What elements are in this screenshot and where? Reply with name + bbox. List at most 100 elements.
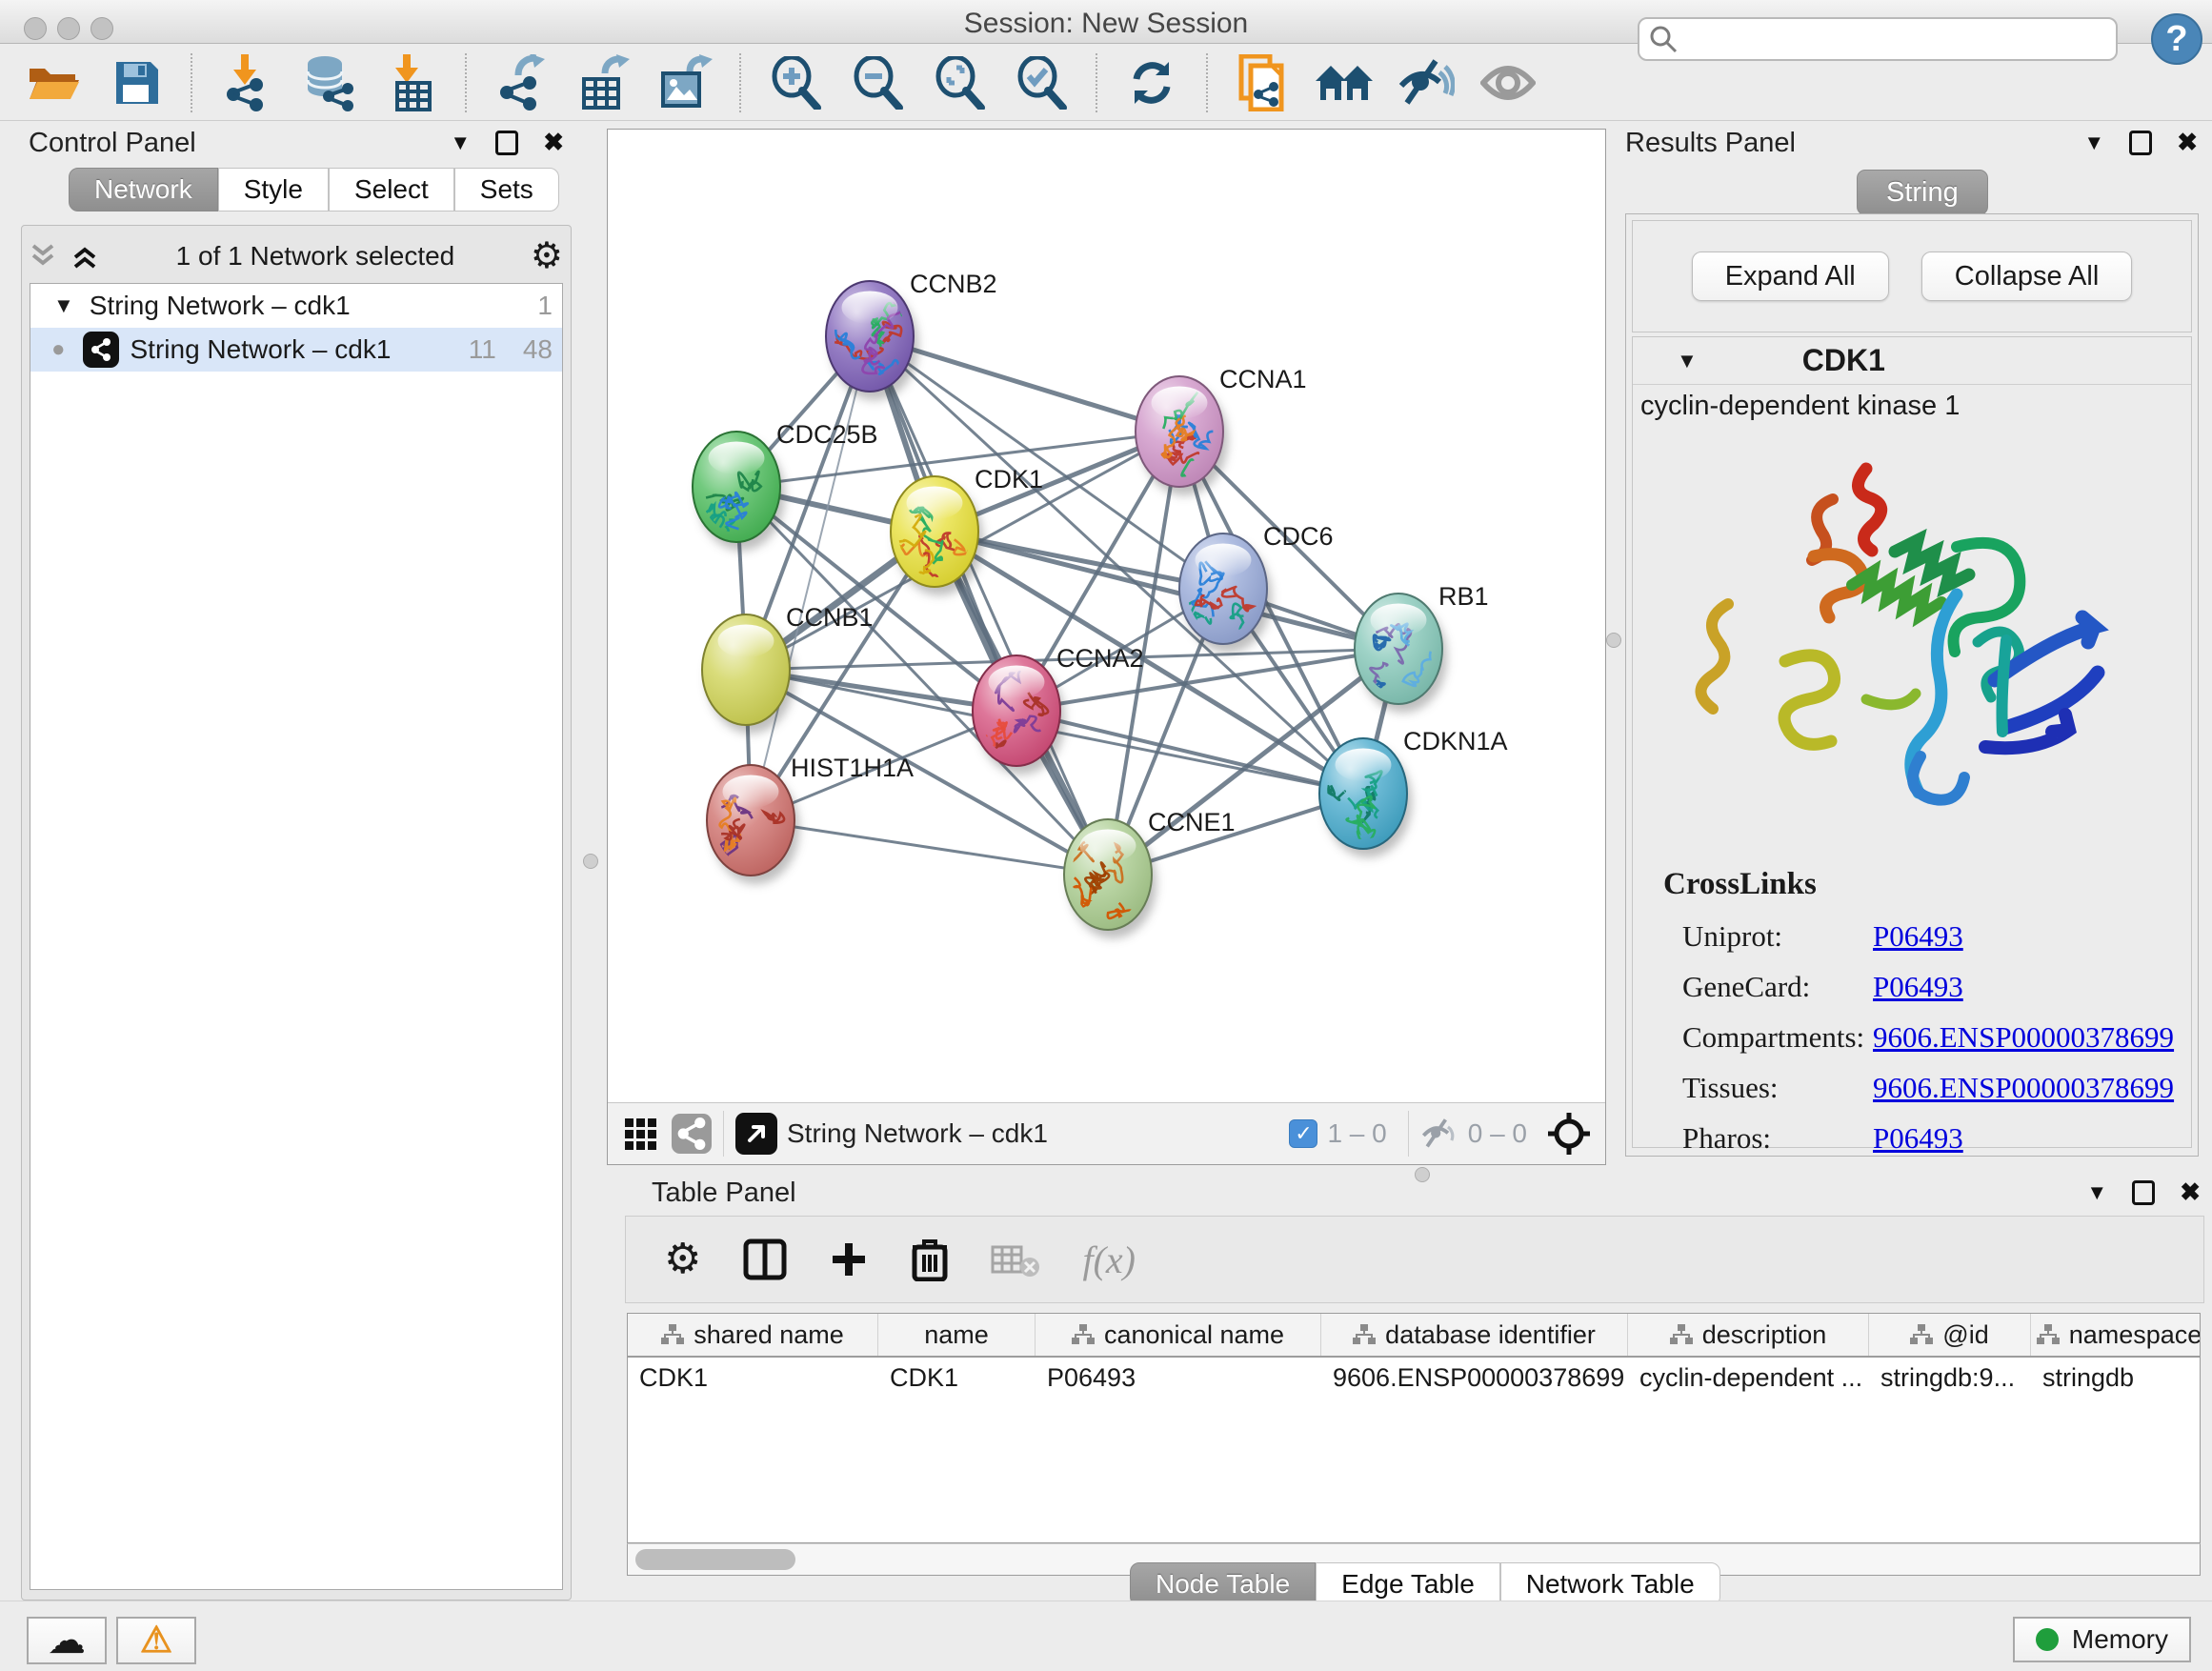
export-network-icon [493, 54, 549, 111]
right-splitter-handle[interactable] [1606, 633, 1621, 648]
network-node-ccne1[interactable]: CCNE1 [1064, 808, 1236, 938]
results-panel-close-icon[interactable]: ✖ [2177, 128, 2198, 157]
import-table-button[interactable] [370, 52, 452, 113]
collapse-all-label: Collapse All [1955, 261, 2100, 292]
column-header-namespace[interactable]: namespace [2031, 1314, 2201, 1356]
toolbar-search[interactable] [1638, 17, 2118, 61]
selected-checkbox-icon[interactable]: ✓ [1289, 1119, 1317, 1148]
results-panel-menu-icon[interactable]: ▼ [2083, 131, 2104, 155]
table-cell[interactable]: CDK1 [878, 1358, 1036, 1401]
cdk1-section-header[interactable]: ▼ CDK1 [1633, 337, 2191, 385]
export-image-button[interactable] [644, 52, 726, 113]
home-neighbors-button[interactable] [1303, 52, 1385, 113]
network-node-ccna2[interactable]: CCNA2 [973, 644, 1144, 775]
network-node-cdk1[interactable]: CDK1 [891, 465, 1043, 595]
network-tree-child-row[interactable]: ● String Network – cdk1 11 48 [30, 328, 562, 372]
share-view-icon[interactable] [672, 1114, 712, 1154]
network-node-cdkn1a[interactable]: CDKN1A [1319, 727, 1508, 857]
show-columns-icon[interactable] [743, 1238, 787, 1280]
network-node-hist1h1a[interactable]: HIST1H1A [707, 754, 914, 884]
network-tree-root-row[interactable]: ▼ String Network – cdk1 1 [30, 284, 562, 328]
left-splitter-handle[interactable] [583, 854, 598, 869]
control-panel-menu-icon[interactable]: ▼ [450, 131, 471, 155]
tab-sets[interactable]: Sets [454, 168, 559, 211]
tab-network[interactable]: Network [69, 168, 218, 211]
collapse-all-icon[interactable] [30, 244, 58, 269]
crosslink-link[interactable]: P06493 [1873, 1121, 1963, 1156]
birdseye-crosshair-icon[interactable] [1546, 1111, 1592, 1157]
preview-button[interactable] [1467, 52, 1549, 113]
zoom-in-button[interactable] [754, 52, 836, 113]
column-header-description[interactable]: description [1628, 1314, 1869, 1356]
bottom-splitter-handle[interactable] [1415, 1167, 1430, 1182]
import-network-database-button[interactable] [288, 52, 370, 113]
table-panel-float-icon[interactable] [2132, 1180, 2155, 1205]
column-header-id[interactable]: @id [1869, 1314, 2031, 1356]
column-header-sharedname[interactable]: shared name [628, 1314, 878, 1356]
section-expander-icon[interactable]: ▼ [1677, 349, 1698, 373]
grid-view-icon[interactable] [625, 1118, 656, 1150]
table-cell[interactable]: CDK1 [628, 1358, 878, 1401]
node-label-ccna1: CCNA1 [1219, 365, 1307, 393]
table-cell[interactable]: P06493 [1036, 1358, 1321, 1401]
column-label: @id [1942, 1320, 1988, 1350]
crosslink-link[interactable]: 9606.ENSP00000378699 [1873, 1071, 2174, 1105]
table-cell[interactable]: stringdb [2031, 1358, 2201, 1401]
save-session-button[interactable] [95, 52, 177, 113]
open-session-button[interactable] [13, 52, 95, 113]
network-node-rb1[interactable]: RB1 [1354, 582, 1489, 713]
export-network-button[interactable] [480, 52, 562, 113]
memory-button[interactable]: Memory [2013, 1617, 2191, 1662]
export-table-button[interactable] [562, 52, 644, 113]
crosslink-link[interactable]: P06493 [1873, 919, 1963, 954]
network-view-title: String Network – cdk1 [787, 1118, 1048, 1149]
tree-expander-icon[interactable]: ▼ [53, 293, 74, 318]
network-node-ccnb2[interactable]: CCNB2 [826, 270, 997, 400]
add-column-icon[interactable] [829, 1239, 869, 1279]
crosslink-label: Uniprot: [1682, 919, 1873, 954]
zoom-selected-button[interactable] [1000, 52, 1082, 113]
table-panel-close-icon[interactable]: ✖ [2180, 1178, 2201, 1207]
node-label-ccnb1: CCNB1 [786, 603, 874, 632]
search-input[interactable] [1678, 25, 2087, 54]
table-cell[interactable]: 9606.ENSP00000378699 [1321, 1358, 1628, 1401]
table-panel-menu-icon[interactable]: ▼ [2086, 1180, 2107, 1205]
network-node-cdc6[interactable]: CDC6 [1175, 522, 1334, 653]
table-row[interactable]: CDK1CDK1P064939606.ENSP00000378699cyclin… [628, 1358, 2200, 1401]
import-network-file-button[interactable] [206, 52, 288, 113]
table-cell[interactable]: stringdb:9... [1869, 1358, 2031, 1401]
warnings-button[interactable]: ⚠ [116, 1617, 196, 1664]
refresh-view-button[interactable] [1111, 52, 1193, 113]
table-cell[interactable]: cyclin-dependent ... [1628, 1358, 1869, 1401]
control-panel-float-icon[interactable] [495, 131, 518, 155]
results-panel-float-icon[interactable] [2129, 131, 2152, 155]
expand-all-icon[interactable] [71, 244, 100, 269]
tab-string[interactable]: String [1857, 170, 1988, 215]
network-column-icon [1910, 1324, 1933, 1345]
open-in-window-icon[interactable] [735, 1113, 777, 1155]
network-column-icon [1072, 1324, 1095, 1345]
network-options-gear-icon[interactable]: ⚙ [531, 238, 563, 274]
column-header-name[interactable]: name [878, 1314, 1036, 1356]
tab-select[interactable]: Select [329, 168, 454, 211]
tab-style[interactable]: Style [218, 168, 329, 211]
zoom-out-button[interactable] [836, 52, 918, 113]
network-column-icon [2037, 1324, 2060, 1345]
hide-show-button[interactable] [1385, 52, 1467, 113]
delete-column-trash-icon[interactable] [911, 1238, 949, 1281]
cloud-button[interactable]: ☁ [27, 1617, 107, 1664]
network-canvas[interactable]: CCNB2CCNA1CDC25BCDK1CDC6RB1CCNB1CCNA2CDK… [608, 130, 1605, 1102]
crosslink-link[interactable]: P06493 [1873, 970, 1963, 1004]
table-options-gear-icon[interactable]: ⚙ [664, 1238, 701, 1280]
control-panel-close-icon[interactable]: ✖ [543, 128, 564, 157]
zoom-fit-button[interactable] [918, 52, 1000, 113]
column-header-canonicalname[interactable]: canonical name [1036, 1314, 1321, 1356]
scrollbar-thumb[interactable] [635, 1549, 795, 1570]
copy-network-document-button[interactable] [1221, 52, 1303, 113]
help-button[interactable]: ? [2151, 13, 2202, 65]
collapse-all-button[interactable]: Collapse All [1921, 252, 2133, 301]
column-header-databaseidentifier[interactable]: database identifier [1321, 1314, 1628, 1356]
crosslink-link[interactable]: 9606.ENSP00000378699 [1873, 1020, 2174, 1055]
network-node-ccna1[interactable]: CCNA1 [1136, 365, 1307, 495]
expand-all-button[interactable]: Expand All [1692, 252, 1889, 301]
